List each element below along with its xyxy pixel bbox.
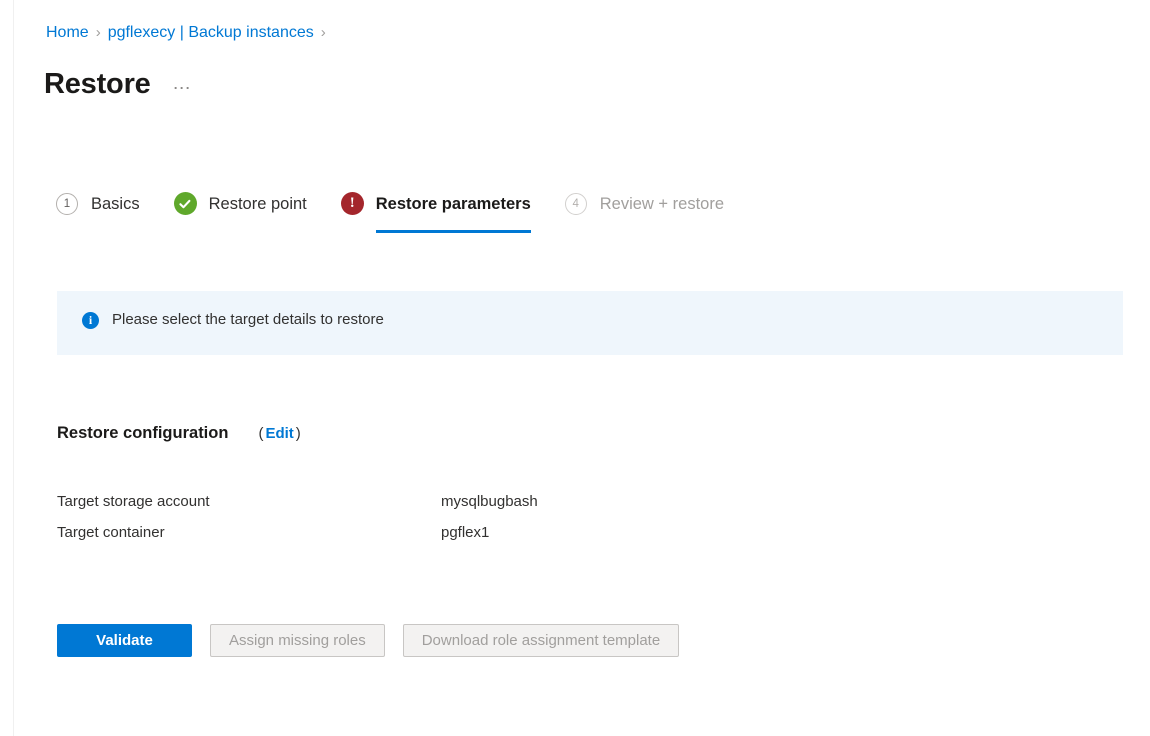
breadcrumb-separator-icon: › <box>95 24 101 41</box>
validate-button[interactable]: Validate <box>57 624 192 657</box>
detail-row: Target container pgflex1 <box>57 523 957 554</box>
step-number-1: 1 <box>56 193 78 215</box>
wizard-step-review-restore-label: Review + restore <box>599 195 725 213</box>
wizard-step-restore-parameters[interactable]: ! Restore parameters <box>340 188 531 233</box>
error-circle-icon: ! <box>340 192 365 216</box>
active-step-underline <box>375 230 531 233</box>
detail-value-target-storage-account: mysqlbugbash <box>441 493 538 510</box>
breadcrumb-item-backup-instances[interactable]: pgflexecy | Backup instances <box>108 24 314 41</box>
edit-open-paren: ( <box>258 425 264 442</box>
check-circle-icon <box>173 192 198 216</box>
page-header: Restore ⋯ <box>44 62 192 106</box>
detail-row: Target storage account mysqlbugbash <box>57 492 957 523</box>
detail-value-target-container: pgflex1 <box>441 524 490 541</box>
info-banner-message: Please select the target details to rest… <box>112 311 384 328</box>
restore-configuration-details: Target storage account mysqlbugbash Targ… <box>57 492 957 554</box>
more-options-icon[interactable]: ⋯ <box>173 62 192 106</box>
wizard-step-restore-point[interactable]: Restore point <box>173 188 307 220</box>
action-buttons: Validate Assign missing roles Download r… <box>57 624 680 657</box>
page-title: Restore <box>44 68 151 100</box>
info-icon: i <box>82 311 99 329</box>
wizard-step-basics-label: Basics <box>91 195 140 213</box>
edit-link[interactable]: Edit <box>265 425 293 442</box>
assign-missing-roles-button[interactable]: Assign missing roles <box>210 624 385 657</box>
detail-key-target-storage-account: Target storage account <box>57 493 210 510</box>
wizard-step-restore-parameters-label: Restore parameters <box>375 195 531 213</box>
download-role-assignment-template-button[interactable]: Download role assignment template <box>402 624 680 657</box>
circle-number-icon: 4 <box>564 192 589 216</box>
step-number-4: 4 <box>564 193 587 215</box>
wizard-step-review-restore[interactable]: 4 Review + restore <box>564 188 725 220</box>
breadcrumb-separator-trailing-icon: › <box>320 24 326 41</box>
edit-close-paren: ) <box>295 425 301 442</box>
circle-number-icon: 1 <box>56 192 80 216</box>
info-banner: i Please select the target details to re… <box>57 291 1123 355</box>
breadcrumb-item-home[interactable]: Home <box>46 24 89 41</box>
wizard-step-basics[interactable]: 1 Basics <box>56 188 140 220</box>
detail-key-target-container: Target container <box>57 524 165 541</box>
section-title: Restore configuration <box>57 424 229 442</box>
breadcrumb: Home › pgflexecy | Backup instances › <box>46 22 333 44</box>
restore-wizard-page: Home › pgflexecy | Backup instances › Resto… <box>0 0 1150 736</box>
wizard-step-restore-point-label: Restore point <box>208 195 307 213</box>
wizard-steps: 1 Basics Restore point ! Restore paramet… <box>56 188 758 236</box>
edit-link-group: (Edit) <box>258 425 300 442</box>
restore-configuration-header: Restore configuration (Edit) <box>57 424 301 443</box>
